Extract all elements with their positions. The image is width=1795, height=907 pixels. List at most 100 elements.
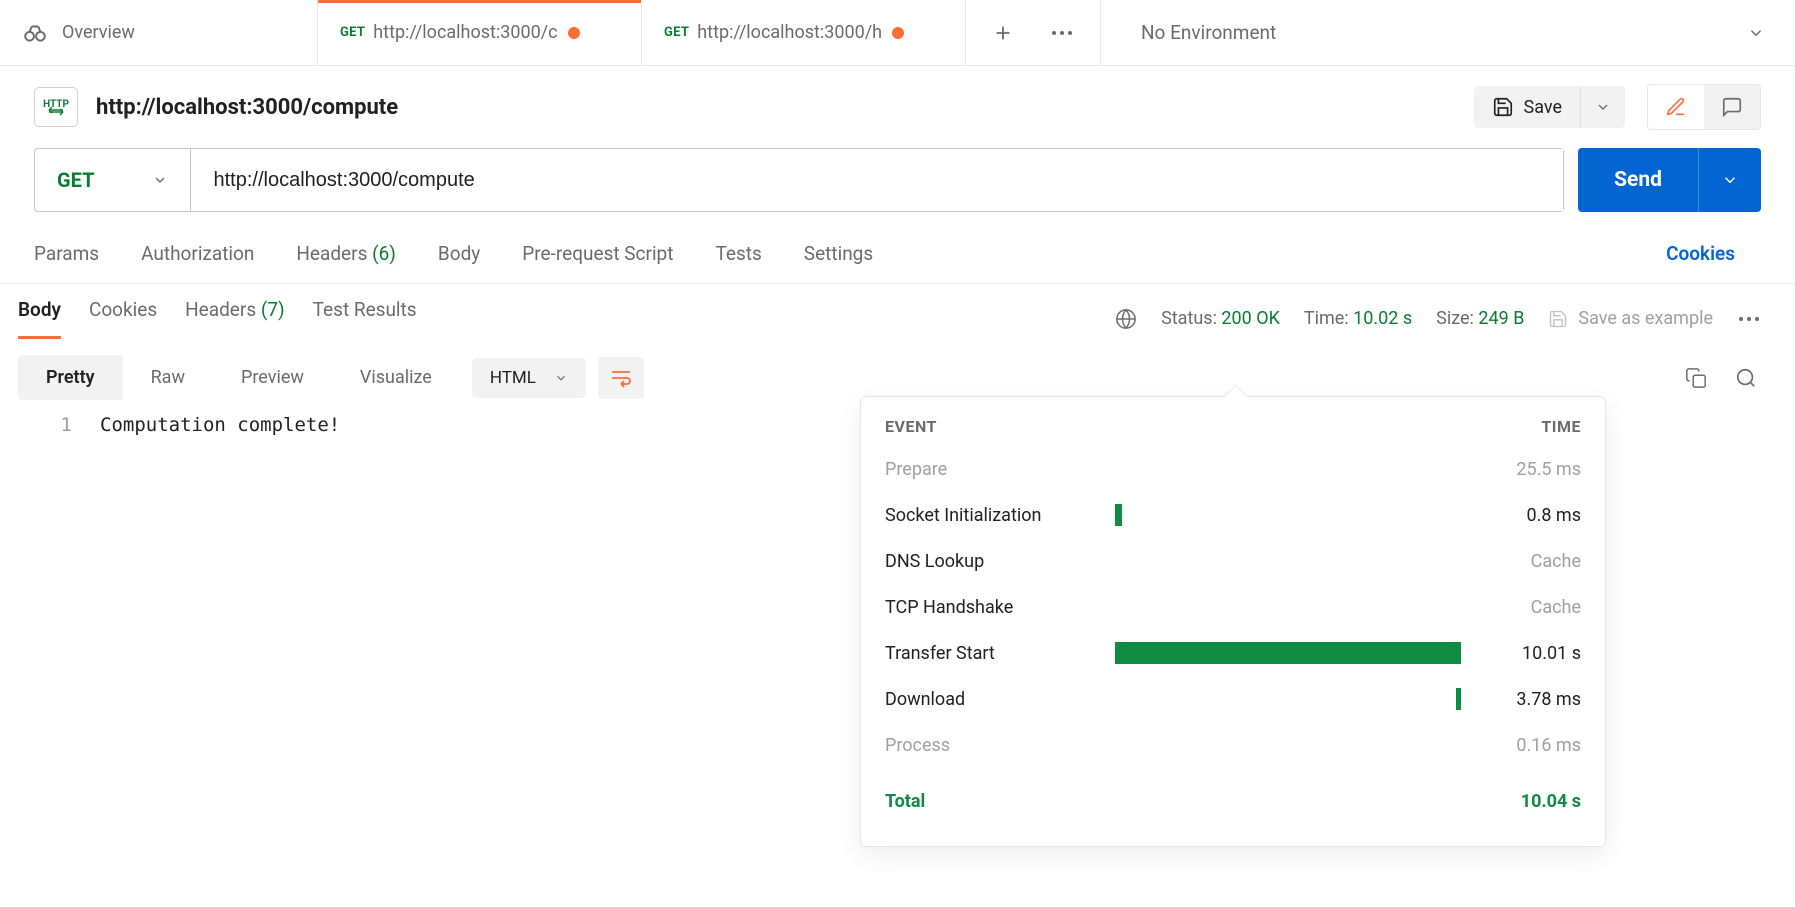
view-visualize[interactable]: Visualize — [332, 355, 460, 400]
timing-bar — [1115, 688, 1461, 710]
unsaved-dot-icon — [892, 27, 904, 39]
method-badge: GET — [664, 25, 689, 40]
timing-row: Socket Initialization0.8 ms — [861, 492, 1605, 538]
format-dropdown[interactable]: HTML — [472, 358, 586, 398]
globe-icon[interactable] — [1115, 308, 1137, 330]
code-line: Computation complete! — [100, 414, 340, 436]
time-header: TIME — [1541, 417, 1581, 436]
environment-label: No Environment — [1141, 21, 1276, 44]
tab-overview[interactable]: Overview — [0, 0, 318, 65]
request-title-row: HTTP http://localhost:3000/compute Save — [0, 66, 1795, 148]
view-preview[interactable]: Preview — [213, 355, 332, 400]
resp-tab-body[interactable]: Body — [18, 298, 61, 339]
url-input[interactable] — [191, 149, 1563, 211]
timing-event: Prepare — [885, 459, 1115, 480]
timing-event: DNS Lookup — [885, 551, 1115, 572]
tab-label: Overview — [62, 22, 135, 43]
copy-button[interactable] — [1685, 367, 1707, 389]
request-title: http://localhost:3000/compute — [96, 95, 1474, 120]
response-meta: Status: 200 OK Time: 10.02 s Size: 249 B… — [1115, 308, 1761, 330]
tab-body[interactable]: Body — [438, 242, 480, 265]
tab-request-0[interactable]: GET http://localhost:3000/c — [318, 0, 642, 65]
timing-row: TCP Handshake Cache — [861, 584, 1605, 630]
timing-bar — [1115, 642, 1461, 664]
timing-row: Transfer Start 10.01 s — [861, 630, 1605, 676]
unsaved-dot-icon — [568, 27, 580, 39]
resp-tab-testresults[interactable]: Test Results — [313, 298, 417, 339]
more-tabs-button[interactable] — [1050, 29, 1074, 37]
svg-text:HTTP: HTTP — [43, 99, 69, 110]
timing-row: Download 3.78 ms — [861, 676, 1605, 722]
timing-bar — [1115, 734, 1461, 756]
send-button[interactable]: Send — [1578, 148, 1698, 212]
size: Size: 249 B — [1436, 308, 1524, 329]
timing-bar — [1115, 458, 1461, 480]
timing-row: Process 0.16 ms — [861, 722, 1605, 768]
view-raw[interactable]: Raw — [123, 355, 213, 400]
tab-prerequest[interactable]: Pre-request Script — [522, 242, 673, 265]
timing-value: 0.8 ms — [1461, 505, 1581, 526]
cookies-link[interactable]: Cookies — [1666, 242, 1761, 265]
timing-row: Prepare 25.5 ms — [861, 446, 1605, 492]
send-button-group: Send — [1578, 148, 1761, 212]
save-button[interactable]: Save — [1474, 86, 1581, 128]
line-number: 1 — [18, 414, 100, 436]
tab-params[interactable]: Params — [34, 242, 99, 265]
timing-value: Cache — [1461, 597, 1581, 618]
view-pretty[interactable]: Pretty — [18, 355, 123, 400]
method-url-container: GET — [34, 148, 1564, 212]
send-caret-button[interactable] — [1698, 148, 1761, 212]
timing-value: Cache — [1461, 551, 1581, 572]
body-controls: Pretty Raw Preview Visualize HTML — [0, 339, 1795, 400]
timing-event: TCP Handshake — [885, 597, 1115, 618]
method-dropdown[interactable]: GET — [35, 149, 191, 211]
more-button[interactable] — [1737, 315, 1761, 323]
view-mode-segment: Pretty Raw Preview Visualize — [18, 355, 460, 400]
method-badge: GET — [340, 25, 365, 40]
comments-button[interactable] — [1704, 85, 1760, 129]
save-label: Save — [1524, 97, 1563, 118]
request-tabs: Params Authorization Headers (6) Body Pr… — [0, 212, 1795, 283]
timing-row: DNS Lookup Cache — [861, 538, 1605, 584]
timing-value: 0.16 ms — [1461, 735, 1581, 756]
add-tab-button[interactable] — [992, 22, 1014, 44]
save-button-group: Save — [1474, 86, 1626, 128]
timing-event: Download — [885, 689, 1115, 710]
tab-authorization[interactable]: Authorization — [141, 242, 254, 265]
timing-value: 25.5 ms — [1461, 459, 1581, 480]
resp-tab-cookies[interactable]: Cookies — [89, 298, 157, 339]
timing-popover: EVENT TIME Prepare 25.5 ms Socket Initiali… — [860, 396, 1606, 847]
status: Status: 200 OK — [1161, 308, 1280, 329]
tab-label: http://localhost:3000/c — [373, 22, 557, 43]
timing-event: Transfer Start — [885, 643, 1115, 664]
timing-total-row: Total 10.04 s — [861, 768, 1605, 824]
timing-bar — [1115, 550, 1461, 572]
time[interactable]: Time: 10.02 s — [1304, 308, 1412, 329]
save-caret-button[interactable] — [1580, 86, 1625, 128]
resp-tab-headers[interactable]: Headers (7) — [185, 298, 285, 339]
tab-request-1[interactable]: GET http://localhost:3000/h — [642, 0, 966, 65]
wrap-lines-button[interactable] — [598, 357, 644, 399]
timing-bar — [1115, 596, 1461, 618]
body-actions — [1685, 367, 1777, 389]
save-icon — [1492, 96, 1514, 118]
tab-settings[interactable]: Settings — [804, 242, 873, 265]
http-icon: HTTP — [34, 87, 78, 127]
url-row: GET Send — [0, 148, 1795, 212]
environment-select[interactable]: No Environment — [1101, 0, 1795, 65]
search-button[interactable] — [1735, 367, 1757, 389]
save-as-example-button[interactable]: Save as example — [1548, 308, 1713, 329]
timing-bar — [1115, 504, 1461, 526]
chevron-down-icon — [1747, 24, 1765, 42]
tab-tests[interactable]: Tests — [715, 242, 761, 265]
timing-event: Process — [885, 735, 1115, 756]
edit-button[interactable] — [1648, 85, 1704, 129]
tab-actions — [966, 0, 1101, 65]
response-tabs: Body Cookies Headers (7) Test Results — [18, 298, 417, 339]
event-header: EVENT — [885, 417, 937, 436]
title-actions — [1647, 84, 1761, 130]
timing-value: 3.78 ms — [1461, 689, 1581, 710]
timing-value: 10.01 s — [1461, 643, 1581, 664]
tab-headers[interactable]: Headers (6) — [296, 242, 396, 265]
total-value: 10.04 s — [1461, 791, 1581, 812]
